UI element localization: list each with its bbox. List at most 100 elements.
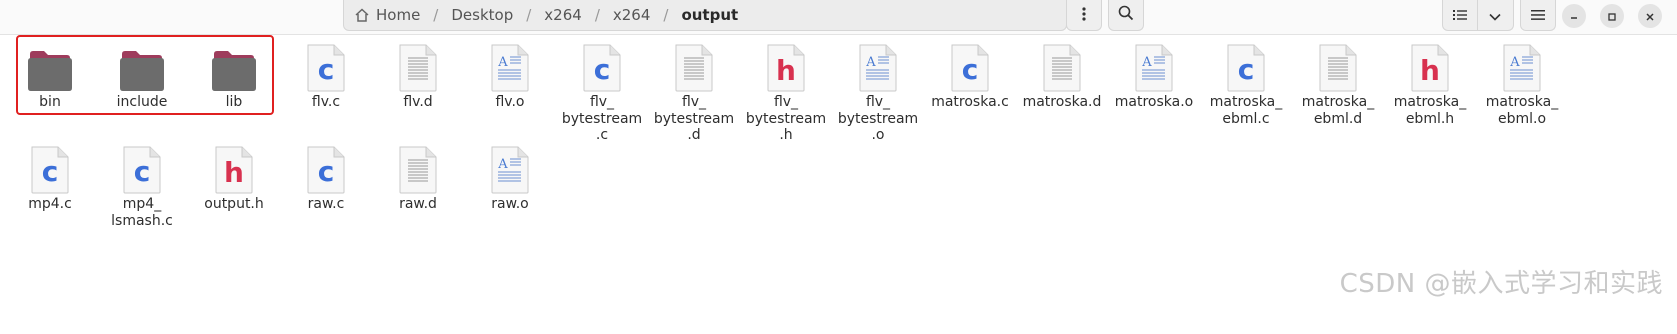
svg-text:c: c: [594, 53, 611, 86]
file-item[interactable]: c mp4_ lsmash.c: [94, 138, 190, 229]
svg-text:A: A: [1141, 55, 1152, 70]
file-item[interactable]: c matroska.c: [922, 36, 1018, 111]
breadcrumb-home-label: Home: [376, 6, 421, 24]
svg-text:c: c: [42, 155, 59, 188]
file-item[interactable]: c raw.c: [278, 138, 374, 213]
close-icon: [1645, 7, 1655, 26]
path-menu-button[interactable]: [1066, 0, 1102, 31]
kebab-menu-icon: [1082, 6, 1086, 25]
file-item[interactable]: Amatroska.o: [1106, 36, 1202, 111]
svg-text:A: A: [1509, 55, 1520, 70]
file-item[interactable]: Aflv.o: [462, 36, 558, 111]
minimize-button[interactable]: [1562, 4, 1586, 28]
chevron-down-icon: [1489, 6, 1501, 25]
file-item[interactable]: c matroska_ ebml.c: [1198, 36, 1294, 127]
header-file-icon: h: [206, 138, 262, 194]
header-file-icon: h: [1402, 36, 1458, 92]
file-name: flv.o: [495, 94, 525, 110]
file-item[interactable]: h flv_ bytestream .h: [738, 36, 834, 144]
file-item[interactable]: flv_ bytestream .d: [646, 36, 742, 144]
path-bar[interactable]: Home / Desktop / x264 / x264 / output: [343, 0, 1067, 31]
list-view-icon: [1453, 6, 1467, 25]
restore-icon: [1607, 7, 1617, 26]
file-item[interactable]: c mp4.c: [2, 138, 98, 213]
c-source-file-icon: c: [298, 138, 354, 194]
home-icon: [354, 7, 370, 23]
c-source-file-icon: c: [1218, 36, 1274, 92]
file-item[interactable]: c flv_ bytestream .c: [554, 36, 650, 144]
file-name: matroska.c: [931, 94, 1009, 110]
object-file-icon: A: [482, 36, 538, 92]
header-bar: Home / Desktop / x264 / x264 / output: [0, 0, 1677, 35]
file-item[interactable]: h matroska_ ebml.h: [1382, 36, 1478, 127]
file-name: flv.d: [403, 94, 433, 110]
breadcrumb-desktop[interactable]: Desktop: [451, 0, 513, 30]
c-source-file-icon: c: [942, 36, 998, 92]
watermark: CSDN @嵌入式学习和实践: [1339, 269, 1663, 299]
object-file-icon: A: [1126, 36, 1182, 92]
search-icon: [1118, 5, 1134, 25]
text-file-icon: [390, 138, 446, 194]
object-file-icon: A: [1494, 36, 1550, 92]
svg-text:h: h: [776, 54, 796, 87]
file-name: output.h: [204, 196, 264, 212]
svg-text:A: A: [497, 55, 508, 70]
svg-text:c: c: [1238, 53, 1255, 86]
file-name: raw.d: [399, 196, 437, 212]
file-name: flv_ bytestream .o: [837, 94, 919, 143]
file-name: matroska.o: [1114, 94, 1194, 110]
svg-text:h: h: [1420, 54, 1440, 87]
file-name: matroska.d: [1022, 94, 1102, 110]
breadcrumb-separator: /: [433, 6, 439, 24]
maximize-button[interactable]: [1600, 4, 1624, 28]
file-name: raw.o: [491, 196, 529, 212]
file-item[interactable]: Aflv_ bytestream .o: [830, 36, 926, 144]
file-item[interactable]: raw.d: [370, 138, 466, 213]
svg-text:c: c: [962, 53, 979, 86]
file-name: matroska_ ebml.c: [1209, 94, 1283, 127]
search-button[interactable]: [1108, 0, 1144, 31]
c-source-file-icon: c: [114, 138, 170, 194]
c-source-file-icon: c: [22, 138, 78, 194]
file-item[interactable]: Araw.o: [462, 138, 558, 213]
file-item[interactable]: flv.d: [370, 36, 466, 111]
file-item[interactable]: matroska.d: [1014, 36, 1110, 111]
breadcrumb-home[interactable]: Home: [344, 0, 420, 30]
main-menu-button[interactable]: [1520, 0, 1556, 31]
minimize-icon: [1569, 7, 1579, 26]
breadcrumb-x264-sub[interactable]: x264: [613, 0, 651, 30]
file-name: raw.c: [307, 196, 345, 212]
hamburger-menu-icon: [1531, 6, 1545, 25]
highlight-box: [16, 35, 274, 115]
svg-text:c: c: [318, 53, 335, 86]
svg-text:c: c: [318, 155, 335, 188]
file-name: matroska_ ebml.d: [1301, 94, 1375, 127]
file-name: matroska_ ebml.o: [1485, 94, 1559, 127]
file-name: flv_ bytestream .h: [745, 94, 827, 143]
file-item[interactable]: matroska_ ebml.d: [1290, 36, 1386, 127]
file-name: mp4_ lsmash.c: [111, 196, 173, 229]
close-button[interactable]: [1638, 4, 1662, 28]
file-name: mp4.c: [28, 196, 72, 212]
view-toggle[interactable]: [1442, 0, 1514, 31]
file-item[interactable]: c flv.c: [278, 36, 374, 111]
file-item[interactable]: Amatroska_ ebml.o: [1474, 36, 1570, 127]
text-file-icon: [390, 36, 446, 92]
object-file-icon: A: [482, 138, 538, 194]
breadcrumb-separator: /: [526, 6, 532, 24]
file-name: matroska_ ebml.h: [1393, 94, 1467, 127]
breadcrumb-x264[interactable]: x264: [544, 0, 582, 30]
c-source-file-icon: c: [574, 36, 630, 92]
file-name: flv_ bytestream .c: [561, 94, 643, 143]
file-item[interactable]: h output.h: [186, 138, 282, 213]
svg-text:h: h: [224, 156, 244, 189]
list-view-button[interactable]: [1443, 0, 1477, 30]
breadcrumb-separator: /: [663, 6, 669, 24]
breadcrumb-output[interactable]: output: [681, 0, 738, 30]
breadcrumb-separator: /: [594, 6, 600, 24]
view-options-button[interactable]: [1477, 0, 1512, 30]
object-file-icon: A: [850, 36, 906, 92]
svg-text:A: A: [865, 55, 876, 70]
svg-text:c: c: [134, 155, 151, 188]
c-source-file-icon: c: [298, 36, 354, 92]
